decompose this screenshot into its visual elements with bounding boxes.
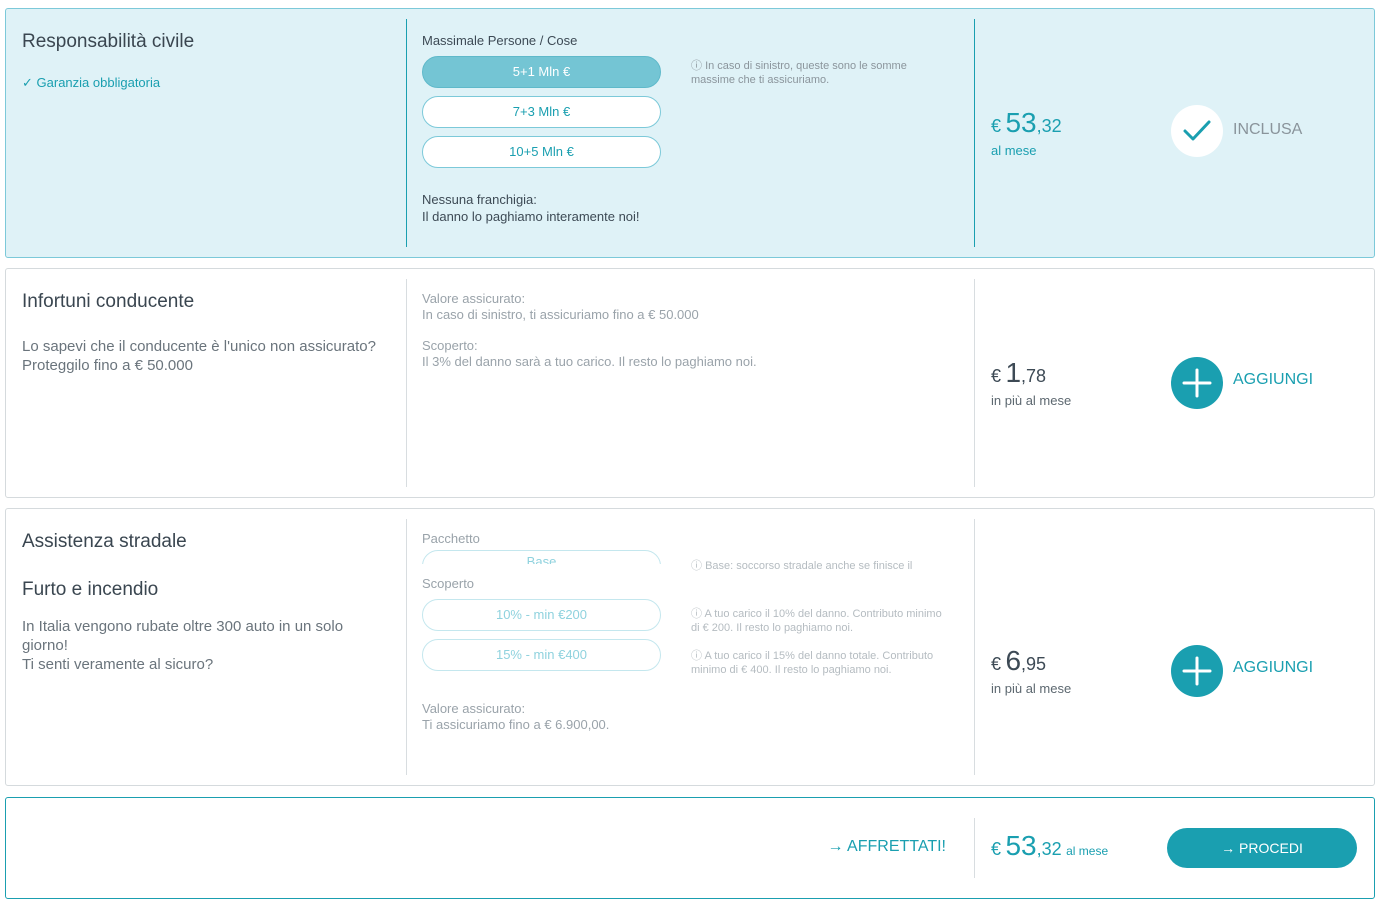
hurry-link[interactable]: → AFFRETTATI! [827, 838, 946, 856]
card-options: Massimale Persone / Cose 5+1 Mln € 7+3 M… [406, 19, 976, 247]
scoperto-label: Scoperto [422, 576, 475, 591]
card-info: Responsabilità civile ✓ Garanzia obbliga… [6, 9, 406, 257]
price-period: in più al mese [991, 393, 1072, 408]
card-description: Lo sapevi che il conducente è l'unico no… [22, 337, 382, 375]
option-5-1-mln[interactable]: 5+1 Mln € [422, 56, 661, 88]
option-10-5-mln[interactable]: 10+5 Mln € [422, 136, 661, 168]
card-infortuni-conducente: Infortuni conducente Lo sapevi che il co… [5, 268, 1375, 498]
price: € 6,95 in più al mese [991, 645, 1071, 696]
scoperto-label: Scoperto: [422, 338, 478, 353]
pacchetto-label: Pacchetto [422, 531, 480, 546]
card-title-assistenza: Assistenza stradale [22, 531, 187, 552]
arrow-right-icon: → [1221, 840, 1236, 856]
option-7-3-mln[interactable]: 7+3 Mln € [422, 96, 661, 128]
scoperto-10-note-text: A tuo carico il 10% del danno. Contribut… [691, 608, 942, 634]
price-cents: ,95 [1021, 654, 1047, 674]
price-cents: ,78 [1021, 366, 1047, 386]
scoperto-15-note: ⓘ A tuo carico il 15% del danno totale. … [691, 649, 951, 677]
massimale-label: Massimale Persone / Cose [422, 33, 578, 48]
check-icon [1183, 120, 1211, 141]
option-scoperto-15[interactable]: 15% - min €400 [422, 639, 661, 671]
info-icon: ⓘ [691, 650, 702, 662]
info-icon: ⓘ [691, 608, 702, 620]
proceed-button[interactable]: → PROCEDI [1167, 828, 1357, 868]
included-label: INCLUSA [1233, 121, 1303, 138]
option-pacchetto-base[interactable]: Base [422, 550, 661, 564]
massimale-note: ⓘ In caso di sinistro, queste sono le so… [691, 59, 951, 87]
massimale-note-text: In caso di sinistro, queste sono le somm… [691, 60, 907, 86]
pacchetto-note: ⓘ Base: soccorso stradale anche se finis… [691, 559, 951, 573]
price-period: in più al mese [991, 681, 1072, 696]
price-int: 53 [1005, 830, 1037, 861]
scoperto-15-note-text: A tuo carico il 15% del danno totale. Co… [691, 650, 934, 676]
price-period: al mese [1066, 844, 1109, 858]
total-price: € 53,32 al mese [991, 830, 1108, 862]
valore-label: Valore assicurato: [422, 701, 526, 716]
arrow-right-icon: → [827, 838, 844, 855]
price-int: 53 [1005, 107, 1037, 138]
franchigia-text: Il danno lo paghiamo interamente noi! [422, 209, 640, 224]
plus-icon [1182, 368, 1212, 398]
price-int: 1 [1005, 357, 1022, 388]
card-description: In Italia vengono rubate oltre 300 auto … [22, 617, 382, 674]
valore-label: Valore assicurato: [422, 291, 526, 306]
included-button[interactable] [1171, 105, 1223, 157]
scoperto-text: Il 3% del danno sarà a tuo carico. Il re… [422, 354, 757, 369]
price-currency: € [991, 366, 1002, 386]
add-button[interactable] [1171, 357, 1223, 409]
add-label[interactable]: AGGIUNGI [1233, 371, 1313, 389]
desc-line-1: In Italia vengono rubate oltre 300 auto … [22, 618, 344, 654]
scoperto-10-note: ⓘ A tuo carico il 10% del danno. Contrib… [691, 607, 951, 635]
mandatory-label: ✓ Garanzia obbligatoria [22, 75, 390, 91]
pacchetto-note-text: Base: soccorso stradale anche se finisce… [705, 560, 913, 572]
price: € 1,78 in più al mese [991, 357, 1071, 408]
franchigia-label: Nessuna franchigia: [422, 192, 537, 207]
card-price-area: € 1,78 in più al mese AGGIUNGI [974, 279, 1376, 487]
price-currency: € [991, 839, 1002, 859]
mandatory-text: Garanzia obbligatoria [36, 75, 161, 90]
desc-line-2: Proteggilo fino a € 50.000 [22, 357, 193, 374]
add-label[interactable]: AGGIUNGI [1233, 659, 1313, 677]
card-title: Responsabilità civile [22, 31, 195, 52]
card-title: Infortuni conducente [22, 291, 195, 312]
info-icon: ⓘ [691, 60, 702, 72]
price-currency: € [991, 116, 1002, 136]
desc-line-1: Lo sapevi che il conducente è l'unico no… [22, 338, 376, 355]
valore-text: In caso di sinistro, ti assicuriamo fino… [422, 307, 699, 322]
card-details: Valore assicurato: In caso di sinistro, … [406, 279, 976, 487]
plus-icon [1182, 656, 1212, 686]
info-icon: ⓘ [691, 560, 702, 572]
card-options: Pacchetto Base ⓘ Base: soccorso stradale… [406, 519, 976, 775]
card-info: Assistenza stradale Furto e incendio In … [6, 509, 406, 785]
add-button[interactable] [1171, 645, 1223, 697]
price-period: al mese [991, 143, 1037, 158]
card-title-furto: Furto e incendio [22, 579, 159, 600]
card-info: Infortuni conducente Lo sapevi che il co… [6, 269, 406, 497]
hurry-text: AFFRETTATI! [847, 838, 946, 855]
price-cents: ,32 [1036, 839, 1062, 859]
footer-total-bar: → AFFRETTATI! € 53,32 al mese → PROCEDI [5, 797, 1375, 899]
price-cents: ,32 [1036, 116, 1062, 136]
price-currency: € [991, 654, 1002, 674]
price: € 53,32 al mese [991, 107, 1062, 158]
card-assistenza-furto: Assistenza stradale Furto e incendio In … [5, 508, 1375, 786]
card-price-area: € 6,95 in più al mese AGGIUNGI [974, 519, 1376, 775]
check-small-icon: ✓ [22, 75, 33, 90]
card-price-area: € 53,32 al mese INCLUSA [974, 19, 1376, 247]
option-scoperto-10[interactable]: 10% - min €200 [422, 599, 661, 631]
valore-text: Ti assicuriamo fino a € 6.900,00. [422, 717, 610, 732]
footer-price-area: € 53,32 al mese → PROCEDI [974, 818, 1376, 878]
desc-line-2: Ti senti veramente al sicuro? [22, 656, 214, 673]
card-responsabilita-civile: Responsabilità civile ✓ Garanzia obbliga… [5, 8, 1375, 258]
proceed-label: PROCEDI [1239, 840, 1303, 856]
price-int: 6 [1005, 645, 1022, 676]
